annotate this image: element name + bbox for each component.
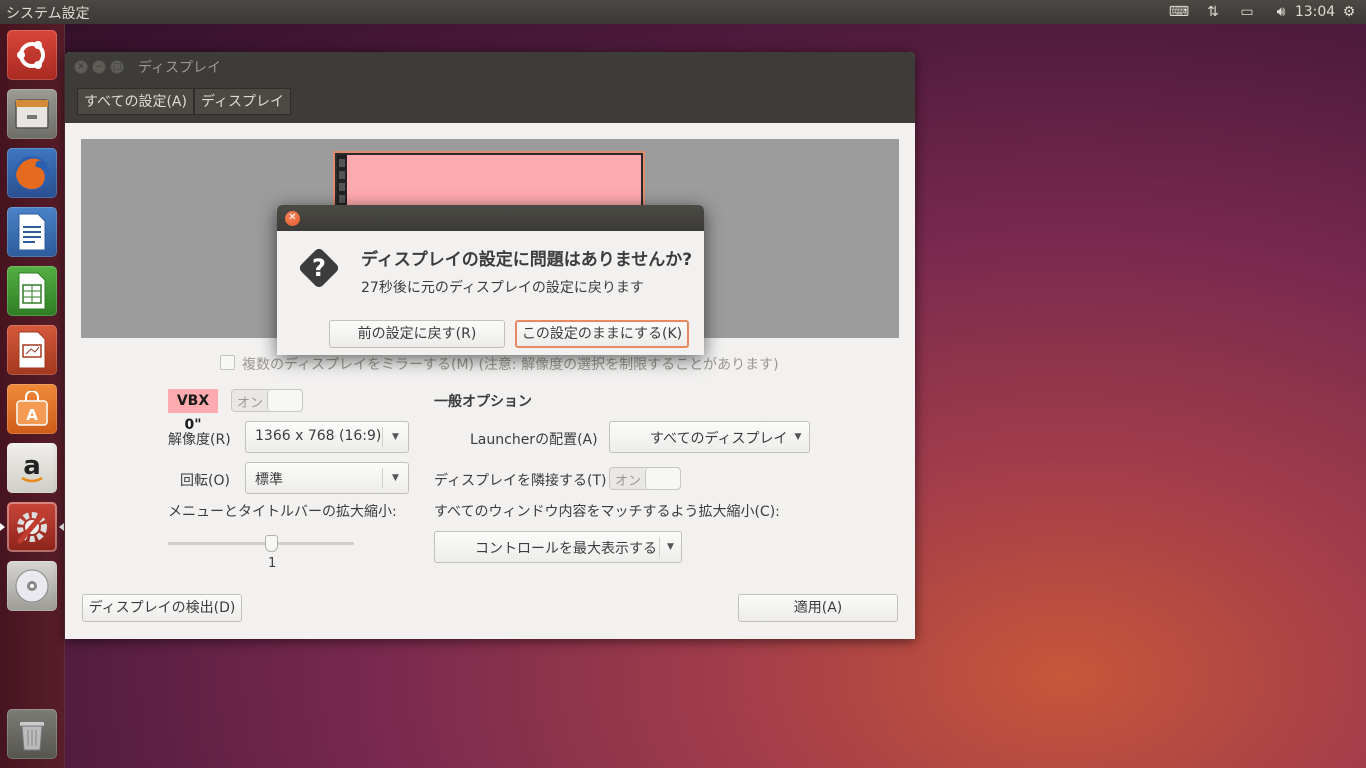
scale-slider-handle[interactable] bbox=[265, 535, 278, 552]
detect-displays-button[interactable]: ディスプレイの検出(D) bbox=[82, 594, 242, 622]
svg-text:A: A bbox=[26, 406, 38, 424]
battery-icon[interactable]: ▭ bbox=[1230, 0, 1264, 24]
dialog-titlebar: ✕ bbox=[277, 205, 704, 231]
launcher-placement-select[interactable]: すべてのディスプレイ ▼ bbox=[609, 421, 810, 453]
firefox-icon[interactable] bbox=[7, 148, 57, 198]
launcher-placement-label: Launcherの配置(A) bbox=[470, 432, 598, 448]
rotation-select[interactable]: 標準 ▼ bbox=[245, 462, 409, 494]
keep-settings-button[interactable]: この設定のままにする(K) bbox=[515, 320, 689, 348]
amazon-icon[interactable]: a bbox=[7, 443, 57, 493]
apply-button[interactable]: 適用(A) bbox=[738, 594, 898, 622]
chevron-down-icon: ▼ bbox=[794, 432, 802, 442]
indicator-area: ⌨ ⇅ ▭ 🔊︎ 13:04 ⚙ bbox=[1162, 0, 1366, 24]
dvd-icon[interactable] bbox=[7, 561, 57, 611]
keyboard-icon[interactable]: ⌨ bbox=[1162, 0, 1196, 24]
launcher-placement-value: すべてのディスプレイ bbox=[650, 431, 788, 447]
calc-icon[interactable] bbox=[7, 266, 57, 316]
toggle-knob bbox=[645, 468, 680, 489]
window-title: ディスプレイ bbox=[138, 60, 222, 76]
svg-text:a: a bbox=[23, 451, 41, 481]
scale-value: 1 bbox=[268, 556, 277, 571]
general-options-heading: 一般オプション bbox=[434, 394, 532, 410]
launcher: A a bbox=[0, 24, 65, 768]
svg-text:?: ? bbox=[312, 254, 326, 282]
revert-button[interactable]: 前の設定に戻す(R) bbox=[329, 320, 505, 348]
question-icon: ? bbox=[299, 248, 339, 288]
volume-icon[interactable]: 🔊︎ bbox=[1264, 0, 1298, 24]
monitor-power-toggle[interactable]: オン bbox=[231, 389, 303, 412]
launcher-preview-strip bbox=[337, 155, 347, 211]
scale-all-value: コントロールを最大表示する bbox=[475, 541, 657, 557]
close-icon[interactable]: ✕ bbox=[74, 60, 88, 74]
sticky-edges-label: ディスプレイを隣接する(T) bbox=[434, 473, 607, 489]
monitor-name-label: VBX 0" bbox=[168, 389, 218, 433]
scale-label: メニューとタイトルバーの拡大縮小: bbox=[168, 504, 397, 520]
dialog-message: 27秒後に元のディスプレイの設定に戻ります bbox=[361, 280, 644, 296]
monitor-preview[interactable] bbox=[333, 151, 645, 215]
all-settings-button[interactable]: すべての設定(A) bbox=[77, 88, 194, 115]
running-indicator bbox=[0, 523, 5, 531]
app-title: システム設定 bbox=[6, 6, 90, 22]
software-center-icon[interactable]: A bbox=[7, 384, 57, 434]
resolution-label: 解像度(R) bbox=[168, 432, 231, 448]
display-breadcrumb-button[interactable]: ディスプレイ bbox=[193, 88, 291, 115]
sticky-edges-toggle[interactable]: オン bbox=[609, 467, 681, 490]
chevron-down-icon: ▼ bbox=[659, 537, 681, 557]
mirror-checkbox[interactable] bbox=[220, 355, 235, 370]
chevron-down-icon: ▼ bbox=[382, 427, 408, 447]
maximize-icon[interactable]: □ bbox=[110, 60, 124, 74]
scale-all-label: すべてのウィンドウ内容をマッチするよう拡大縮小(C): bbox=[434, 504, 780, 520]
impress-icon[interactable] bbox=[7, 325, 57, 375]
minimize-icon[interactable]: − bbox=[92, 60, 106, 74]
sticky-toggle-label: オン bbox=[615, 474, 642, 489]
toggle-knob bbox=[267, 390, 302, 411]
scale-slider-track[interactable] bbox=[168, 542, 354, 545]
scale-all-select[interactable]: コントロールを最大表示する ▼ bbox=[434, 531, 682, 563]
window-titlebar: ✕ − □ ディスプレイ すべての設定(A) ディスプレイ bbox=[65, 52, 915, 123]
focused-indicator bbox=[59, 523, 64, 531]
writer-icon[interactable] bbox=[7, 207, 57, 257]
system-settings-icon[interactable] bbox=[7, 502, 57, 552]
confirm-display-dialog: ✕ ? ディスプレイの設定に問題はありませんか? 27秒後に元のディスプレイの設… bbox=[277, 205, 704, 355]
breadcrumb: すべての設定(A) ディスプレイ bbox=[77, 88, 291, 115]
rotation-value: 標準 bbox=[255, 472, 283, 488]
top-panel: システム設定 ⌨ ⇅ ▭ 🔊︎ 13:04 ⚙ bbox=[0, 0, 1366, 24]
trash-icon[interactable] bbox=[7, 709, 57, 759]
resolution-select[interactable]: 1366 x 768 (16:9) ▼ bbox=[245, 421, 409, 453]
gear-icon[interactable]: ⚙ bbox=[1332, 0, 1366, 24]
mirror-label: 複数のディスプレイをミラーする(M) (注意: 解像度の選択を制限することがあり… bbox=[242, 357, 779, 373]
resolution-value: 1366 x 768 (16:9) bbox=[255, 428, 382, 444]
monitor-toggle-label: オン bbox=[237, 396, 264, 411]
dialog-heading: ディスプレイの設定に問題はありませんか? bbox=[361, 250, 693, 270]
close-icon[interactable]: ✕ bbox=[285, 211, 300, 226]
network-icon[interactable]: ⇅ bbox=[1196, 0, 1230, 24]
files-icon[interactable] bbox=[7, 89, 57, 139]
clock[interactable]: 13:04 bbox=[1295, 0, 1335, 24]
rotation-label: 回転(O) bbox=[180, 473, 230, 489]
ubuntu-logo-icon[interactable] bbox=[7, 30, 57, 80]
chevron-down-icon: ▼ bbox=[382, 468, 408, 488]
